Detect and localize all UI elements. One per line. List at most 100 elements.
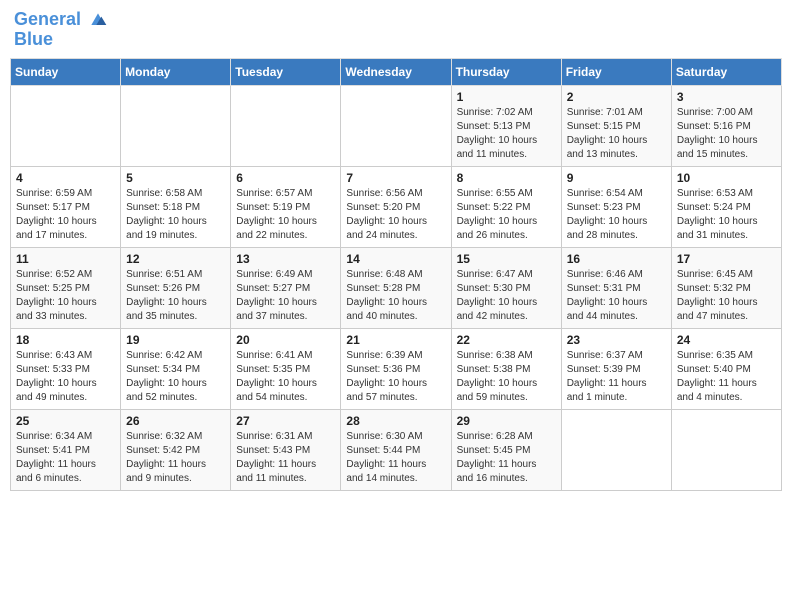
calendar-cell: 27 Sunrise: 6:31 AM Sunset: 5:43 PM Dayli… (231, 410, 341, 491)
day-number: 22 (457, 333, 556, 347)
calendar-cell: 7 Sunrise: 6:56 AM Sunset: 5:20 PM Daylig… (341, 167, 451, 248)
day-info: Sunrise: 6:35 AM Sunset: 5:40 PM Dayligh… (677, 349, 776, 405)
logo-line1: General (14, 10, 108, 30)
calendar-week-row: 25 Sunrise: 6:34 AM Sunset: 5:41 PM Dayli… (11, 410, 782, 491)
calendar-week-row: 4 Sunrise: 6:59 AM Sunset: 5:17 PM Daylig… (11, 167, 782, 248)
day-number: 5 (126, 171, 225, 185)
day-info: Sunrise: 7:00 AM Sunset: 5:16 PM Dayligh… (677, 106, 776, 162)
weekday-header-monday: Monday (121, 59, 231, 86)
day-number: 6 (236, 171, 335, 185)
weekday-header-saturday: Saturday (671, 59, 781, 86)
day-info: Sunrise: 6:31 AM Sunset: 5:43 PM Dayligh… (236, 430, 335, 486)
calendar-cell: 21 Sunrise: 6:39 AM Sunset: 5:36 PM Dayli… (341, 329, 451, 410)
calendar-cell: 2Sunrise: 7:01 AM Sunset: 5:15 PM Daylig… (561, 86, 671, 167)
day-info: Sunrise: 6:53 AM Sunset: 5:24 PM Dayligh… (677, 187, 776, 243)
day-number: 24 (677, 333, 776, 347)
calendar-cell: 5 Sunrise: 6:58 AM Sunset: 5:18 PM Daylig… (121, 167, 231, 248)
calendar-cell: 28 Sunrise: 6:30 AM Sunset: 5:44 PM Dayli… (341, 410, 451, 491)
day-info: Sunrise: 6:32 AM Sunset: 5:42 PM Dayligh… (126, 430, 225, 486)
page-header: General Blue (10, 10, 782, 50)
calendar-cell: 25 Sunrise: 6:34 AM Sunset: 5:41 PM Dayli… (11, 410, 121, 491)
calendar-cell (231, 86, 341, 167)
day-info: Sunrise: 6:43 AM Sunset: 5:33 PM Dayligh… (16, 349, 115, 405)
day-number: 10 (677, 171, 776, 185)
day-info: Sunrise: 6:30 AM Sunset: 5:44 PM Dayligh… (346, 430, 445, 486)
calendar-cell: 6Sunrise: 6:57 AM Sunset: 5:19 PM Daylig… (231, 167, 341, 248)
weekday-header-sunday: Sunday (11, 59, 121, 86)
day-number: 7 (346, 171, 445, 185)
day-info: Sunrise: 6:51 AM Sunset: 5:26 PM Dayligh… (126, 268, 225, 324)
calendar-cell: 20 Sunrise: 6:41 AM Sunset: 5:35 PM Dayli… (231, 329, 341, 410)
calendar-body: 1 Sunrise: 7:02 AM Sunset: 5:13 PM Daylig… (11, 86, 782, 491)
calendar-week-row: 1 Sunrise: 7:02 AM Sunset: 5:13 PM Daylig… (11, 86, 782, 167)
day-info: Sunrise: 6:48 AM Sunset: 5:28 PM Dayligh… (346, 268, 445, 324)
calendar-cell: 11 Sunrise: 6:52 AM Sunset: 5:25 PM Dayli… (11, 248, 121, 329)
day-info: Sunrise: 6:58 AM Sunset: 5:18 PM Dayligh… (126, 187, 225, 243)
day-number: 18 (16, 333, 115, 347)
day-info: Sunrise: 7:02 AM Sunset: 5:13 PM Dayligh… (457, 106, 556, 162)
day-number: 17 (677, 252, 776, 266)
day-number: 20 (236, 333, 335, 347)
weekday-header-wednesday: Wednesday (341, 59, 451, 86)
calendar-cell: 24 Sunrise: 6:35 AM Sunset: 5:40 PM Dayli… (671, 329, 781, 410)
day-number: 14 (346, 252, 445, 266)
calendar-cell: 23 Sunrise: 6:37 AM Sunset: 5:39 PM Dayli… (561, 329, 671, 410)
calendar-cell: 12 Sunrise: 6:51 AM Sunset: 5:26 PM Dayli… (121, 248, 231, 329)
day-info: Sunrise: 6:46 AM Sunset: 5:31 PM Dayligh… (567, 268, 666, 324)
calendar-cell: 3 Sunrise: 7:00 AM Sunset: 5:16 PM Daylig… (671, 86, 781, 167)
day-number: 28 (346, 414, 445, 428)
calendar-cell: 13 Sunrise: 6:49 AM Sunset: 5:27 PM Dayli… (231, 248, 341, 329)
day-info: Sunrise: 6:49 AM Sunset: 5:27 PM Dayligh… (236, 268, 335, 324)
calendar-week-row: 18 Sunrise: 6:43 AM Sunset: 5:33 PM Dayli… (11, 329, 782, 410)
day-info: Sunrise: 6:34 AM Sunset: 5:41 PM Dayligh… (16, 430, 115, 486)
day-number: 26 (126, 414, 225, 428)
day-number: 4 (16, 171, 115, 185)
day-info: Sunrise: 6:39 AM Sunset: 5:36 PM Dayligh… (346, 349, 445, 405)
calendar-cell: 1 Sunrise: 7:02 AM Sunset: 5:13 PM Daylig… (451, 86, 561, 167)
day-number: 3 (677, 90, 776, 104)
day-number: 23 (567, 333, 666, 347)
day-number: 9 (567, 171, 666, 185)
day-number: 27 (236, 414, 335, 428)
calendar-cell: 15Sunrise: 6:47 AM Sunset: 5:30 PM Dayli… (451, 248, 561, 329)
day-number: 25 (16, 414, 115, 428)
day-info: Sunrise: 6:54 AM Sunset: 5:23 PM Dayligh… (567, 187, 666, 243)
weekday-header-tuesday: Tuesday (231, 59, 341, 86)
calendar-cell: 19 Sunrise: 6:42 AM Sunset: 5:34 PM Dayli… (121, 329, 231, 410)
day-number: 1 (457, 90, 556, 104)
logo: General Blue (14, 10, 108, 50)
day-number: 8 (457, 171, 556, 185)
day-info: Sunrise: 6:45 AM Sunset: 5:32 PM Dayligh… (677, 268, 776, 324)
day-number: 11 (16, 252, 115, 266)
calendar-cell: 16Sunrise: 6:46 AM Sunset: 5:31 PM Dayli… (561, 248, 671, 329)
calendar-cell: 8 Sunrise: 6:55 AM Sunset: 5:22 PM Daylig… (451, 167, 561, 248)
day-info: Sunrise: 6:42 AM Sunset: 5:34 PM Dayligh… (126, 349, 225, 405)
day-number: 21 (346, 333, 445, 347)
day-info: Sunrise: 6:38 AM Sunset: 5:38 PM Dayligh… (457, 349, 556, 405)
calendar-cell: 9 Sunrise: 6:54 AM Sunset: 5:23 PM Daylig… (561, 167, 671, 248)
calendar-cell: 22 Sunrise: 6:38 AM Sunset: 5:38 PM Dayli… (451, 329, 561, 410)
calendar-week-row: 11 Sunrise: 6:52 AM Sunset: 5:25 PM Dayli… (11, 248, 782, 329)
day-info: Sunrise: 6:59 AM Sunset: 5:17 PM Dayligh… (16, 187, 115, 243)
day-number: 19 (126, 333, 225, 347)
day-info: Sunrise: 6:55 AM Sunset: 5:22 PM Dayligh… (457, 187, 556, 243)
day-info: Sunrise: 6:56 AM Sunset: 5:20 PM Dayligh… (346, 187, 445, 243)
day-number: 12 (126, 252, 225, 266)
day-number: 13 (236, 252, 335, 266)
day-info: Sunrise: 6:28 AM Sunset: 5:45 PM Dayligh… (457, 430, 556, 486)
weekday-header-friday: Friday (561, 59, 671, 86)
calendar-cell (671, 410, 781, 491)
day-number: 15 (457, 252, 556, 266)
day-info: Sunrise: 6:37 AM Sunset: 5:39 PM Dayligh… (567, 349, 666, 405)
calendar-cell (121, 86, 231, 167)
calendar-table: SundayMondayTuesdayWednesdayThursdayFrid… (10, 58, 782, 491)
calendar-cell (561, 410, 671, 491)
calendar-cell: 18 Sunrise: 6:43 AM Sunset: 5:33 PM Dayli… (11, 329, 121, 410)
day-number: 29 (457, 414, 556, 428)
day-info: Sunrise: 6:41 AM Sunset: 5:35 PM Dayligh… (236, 349, 335, 405)
weekday-header-thursday: Thursday (451, 59, 561, 86)
day-info: Sunrise: 7:01 AM Sunset: 5:15 PM Dayligh… (567, 106, 666, 162)
calendar-cell: 10 Sunrise: 6:53 AM Sunset: 5:24 PM Dayli… (671, 167, 781, 248)
calendar-cell (11, 86, 121, 167)
day-info: Sunrise: 6:52 AM Sunset: 5:25 PM Dayligh… (16, 268, 115, 324)
